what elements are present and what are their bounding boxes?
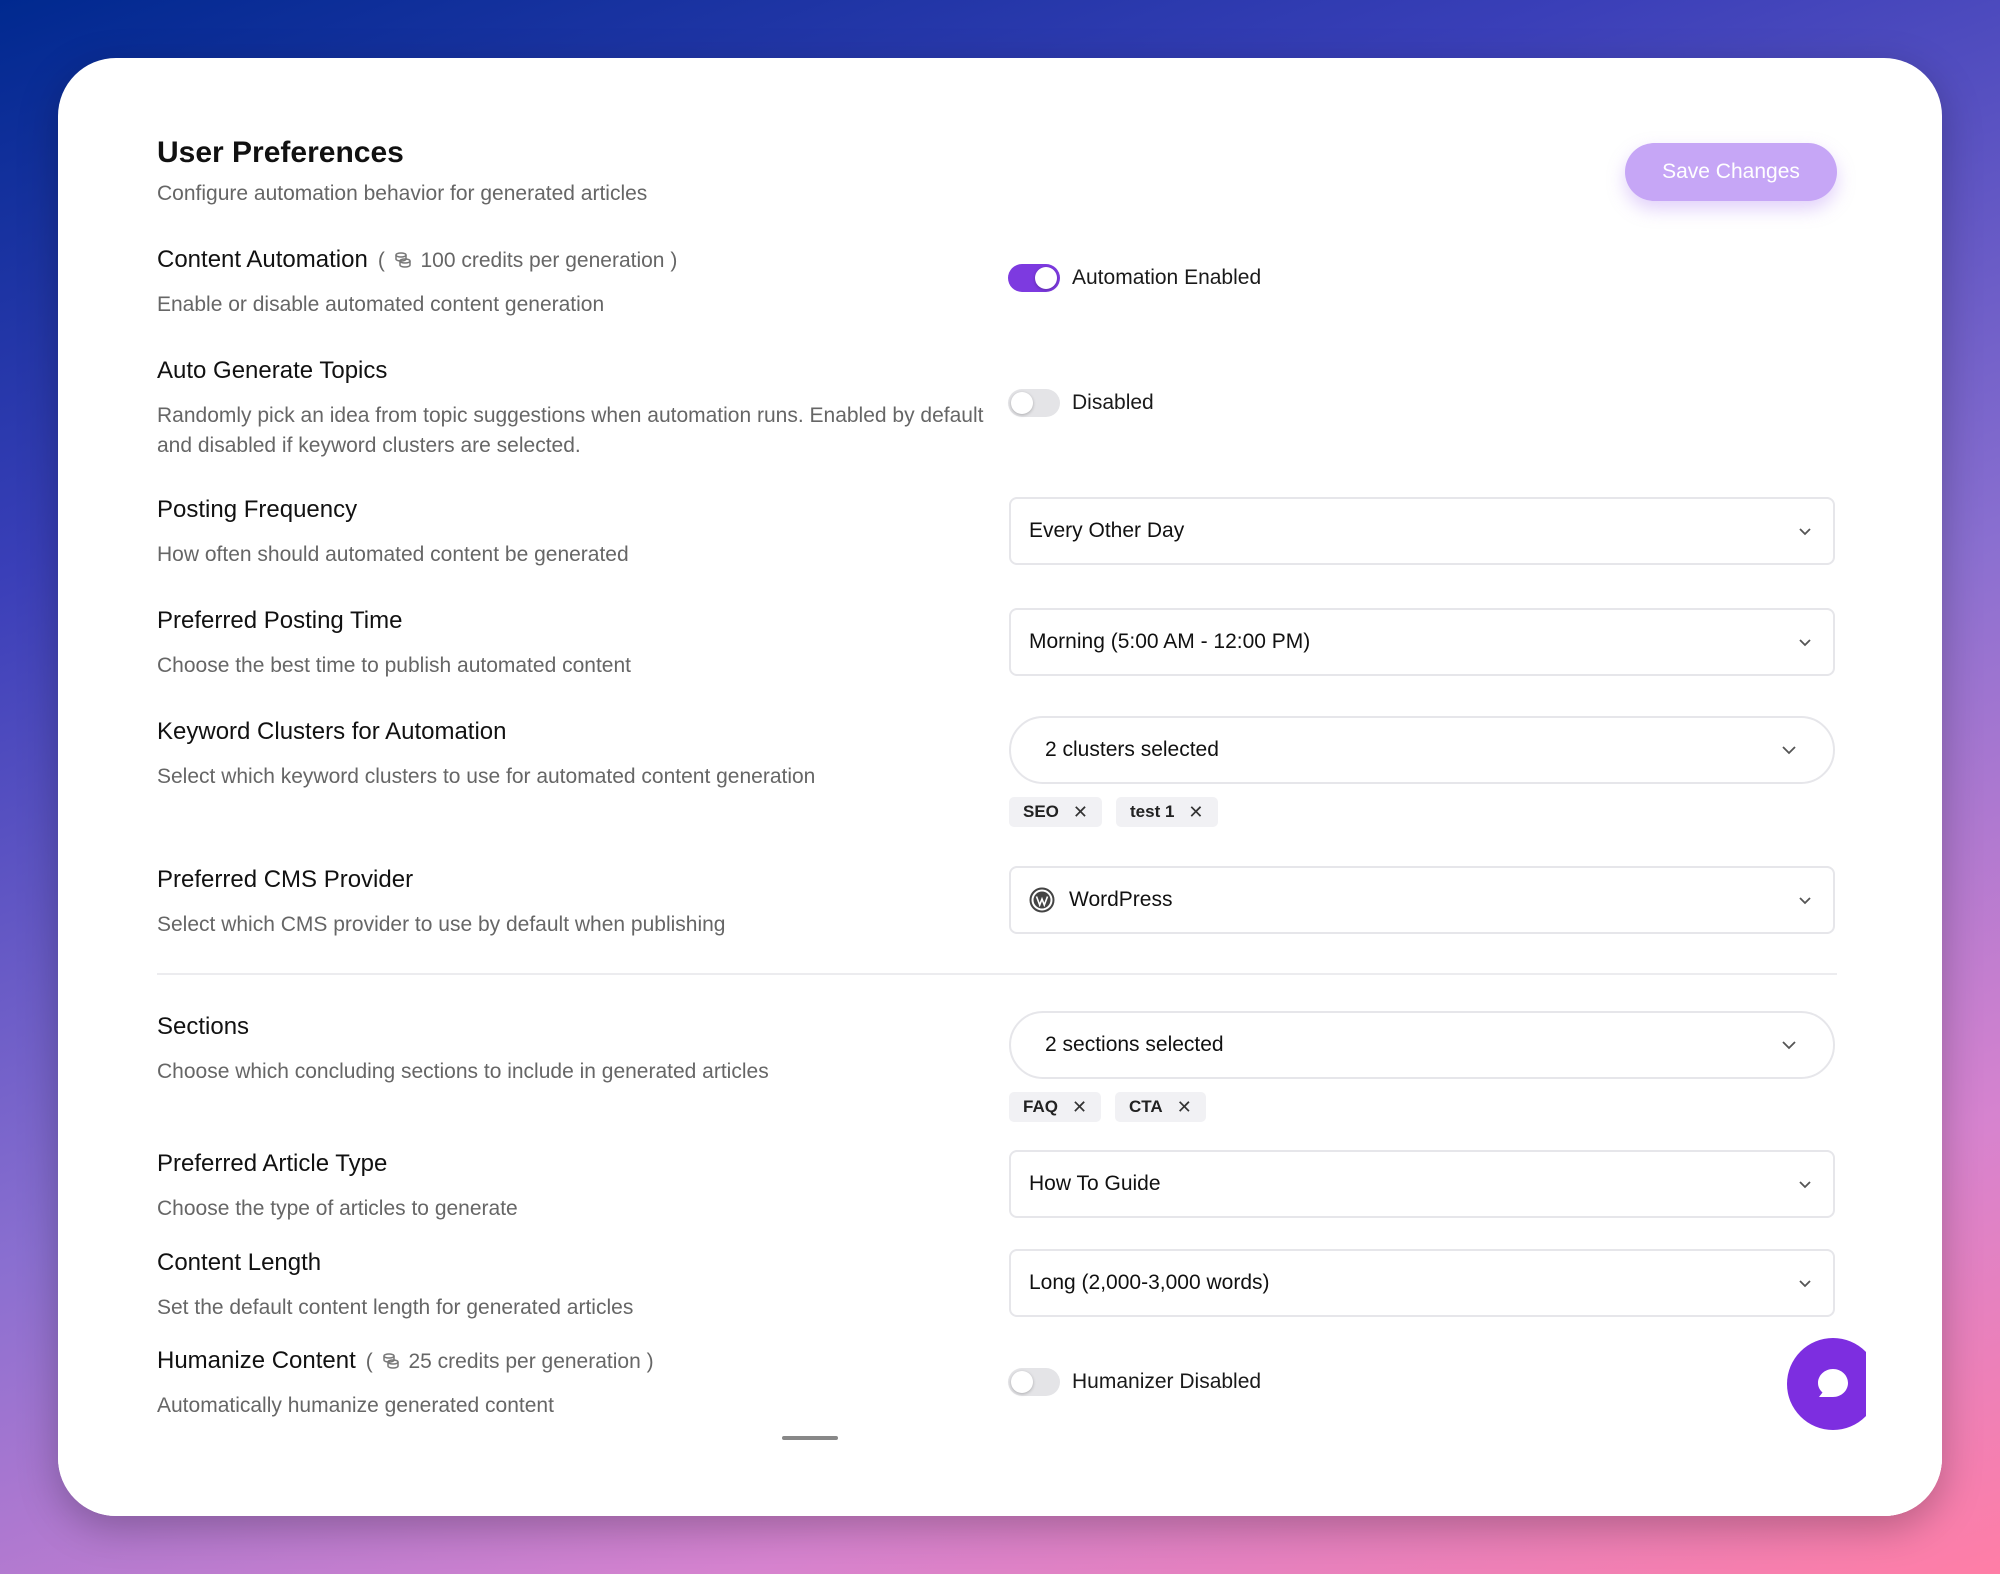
close-icon[interactable]: ✕ [1073,802,1088,823]
credits-note: ( 25 credits per generation ) [365,1350,654,1373]
content-automation-description: Enable or disable automated content gene… [157,293,605,316]
chip-label: CTA [1129,1097,1163,1116]
posting-frequency-select[interactable]: Every Other Day [1009,497,1835,565]
cluster-chip: SEO ✕ [1009,797,1102,827]
chevron-down-icon [1799,1181,1811,1189]
keyword-clusters-multiselect[interactable]: 2 clusters selected [1009,716,1835,784]
posting-time-label: Preferred Posting Time [157,607,403,634]
scroll-handle[interactable] [782,1436,838,1440]
posting-time-select[interactable]: Morning (5:00 AM - 12:00 PM) [1009,608,1835,676]
sections-value: 2 sections selected [1045,1033,1224,1056]
bottom-mask [58,1440,1942,1516]
save-changes-button[interactable]: Save Changes [1625,143,1837,201]
sections-description: Choose which concluding sections to incl… [157,1060,769,1083]
cms-provider-value: WordPress [1069,888,1173,911]
chevron-down-icon [1782,746,1796,755]
content-length-label: Content Length [157,1249,322,1276]
close-icon[interactable]: ✕ [1072,1097,1087,1118]
content-length-select[interactable]: Long (2,000-3,000 words) [1009,1249,1835,1317]
cms-provider-description: Select which CMS provider to use by defa… [157,913,726,936]
chevron-down-icon [1799,639,1811,647]
viewport-edge [1866,1328,1942,1516]
preferences-card: User Preferences Configure automation be… [58,58,1942,1516]
auto-topics-toggle-row: Disabled [1008,389,1154,417]
chevron-down-icon [1799,528,1811,536]
credits-note: ( 100 credits per generation ) [377,249,678,272]
coins-icon [394,252,411,268]
section-divider [157,973,1837,975]
content-length-value: Long (2,000-3,000 words) [1029,1271,1270,1294]
humanize-label: Humanize Content ( 25 credits per generat… [157,1347,654,1375]
automation-toggle-row: Automation Enabled [1008,264,1261,292]
article-type-select[interactable]: How To Guide [1009,1150,1835,1218]
cms-provider-select[interactable]: WordPress [1009,866,1835,934]
article-type-description: Choose the type of articles to generate [157,1197,518,1220]
humanize-toggle-row: Humanizer Disabled [1008,1368,1261,1396]
humanize-title: Humanize Content [157,1347,356,1374]
auto-topics-status: Disabled [1072,391,1154,414]
toggle-knob [1011,392,1033,414]
posting-frequency-description: How often should automated content be ge… [157,543,629,566]
keyword-clusters-value: 2 clusters selected [1045,738,1219,761]
humanize-status: Humanizer Disabled [1072,1370,1262,1393]
section-chip: CTA ✕ [1115,1092,1206,1122]
sections-label: Sections [157,1013,250,1040]
chevron-down-icon [1782,1041,1796,1050]
section-chip: FAQ ✕ [1009,1092,1102,1122]
humanize-toggle[interactable] [1008,1368,1060,1396]
keyword-clusters-label: Keyword Clusters for Automation [157,718,507,745]
page-subtitle: Configure automation behavior for genera… [157,182,648,205]
wordpress-icon [1029,887,1055,913]
cms-provider-label: Preferred CMS Provider [157,866,414,893]
chevron-down-icon [1799,1280,1811,1288]
content-automation-label: Content Automation ( 100 credits per gene… [157,246,677,274]
credits-text: 25 credits per generation [408,1350,641,1373]
coins-icon [382,1353,399,1369]
chat-bubble-icon [1818,1369,1848,1397]
article-type-label: Preferred Article Type [157,1150,388,1177]
auto-topics-label: Auto Generate Topics [157,357,388,384]
article-type-value: How To Guide [1029,1172,1161,1195]
close-icon[interactable]: ✕ [1188,802,1203,823]
auto-topics-description: Randomly pick an idea from topic suggest… [157,404,984,457]
cluster-chip: test 1 ✕ [1116,797,1218,827]
auto-topics-toggle[interactable] [1008,389,1060,417]
posting-time-description: Choose the best time to publish automate… [157,654,631,677]
automation-toggle[interactable] [1008,264,1060,292]
page-title: User Preferences [157,136,404,169]
content-length-description: Set the default content length for gener… [157,1296,634,1319]
close-icon[interactable]: ✕ [1177,1097,1192,1118]
toggle-knob [1035,267,1057,289]
posting-frequency-value: Every Other Day [1029,519,1185,542]
chip-label: test 1 [1130,802,1175,821]
content-automation-title: Content Automation [157,246,368,273]
keyword-clusters-description: Select which keyword clusters to use for… [157,765,816,788]
posting-time-value: Morning (5:00 AM - 12:00 PM) [1029,630,1311,653]
humanize-description: Automatically humanize generated content [157,1394,554,1417]
credits-text: 100 credits per generation [420,249,665,272]
automation-status: Automation Enabled [1072,266,1262,289]
posting-frequency-label: Posting Frequency [157,496,358,523]
sections-multiselect[interactable]: 2 sections selected [1009,1011,1835,1079]
toggle-knob [1011,1371,1033,1393]
chip-label: FAQ [1023,1097,1058,1116]
chevron-down-icon [1799,897,1811,905]
chip-label: SEO [1023,802,1059,821]
